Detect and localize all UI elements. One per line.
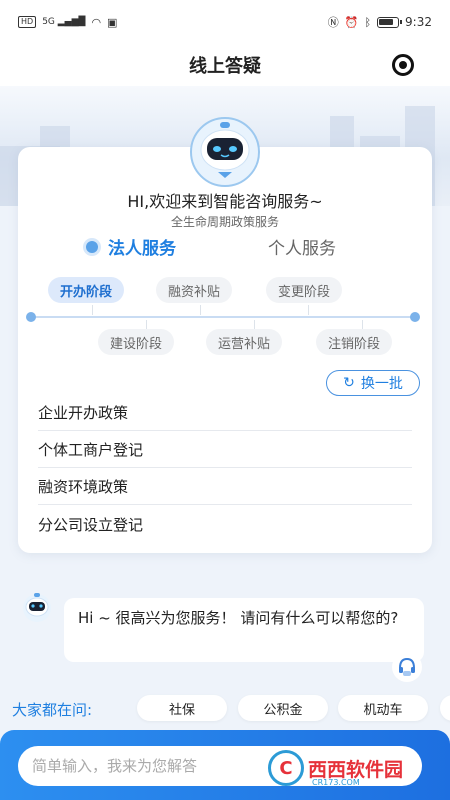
refresh-icon: ↻ [343,375,355,391]
target-icon[interactable] [392,54,414,76]
tab-legal-service[interactable]: 法人服务 [86,234,176,259]
bluetooth-icon: ᛒ [364,15,372,29]
active-dot-icon [86,240,98,253]
popular-chip-social-security[interactable]: 社保 [137,695,227,721]
watermark-icon: C [268,750,304,786]
stage-chip-operation[interactable]: 运营补贴 [206,329,283,355]
stage-chip-construction[interactable]: 建设阶段 [98,329,175,355]
customer-service-icon[interactable] [392,652,422,682]
status-left: HD 5G ▂▄▆█ ◠ ▣ [18,16,117,29]
robot-mascot [186,114,264,188]
question-item[interactable]: 融资环境政策 [38,469,412,505]
clock: 9:32 [405,15,432,29]
tab-personal-service[interactable]: 个人服务 [268,234,336,259]
stage-chip-financing[interactable]: 融资补贴 [156,277,233,303]
stage-timeline [30,316,416,318]
page-title: 线上答疑 [189,56,261,77]
stage-chip-start[interactable]: 开办阶段 [48,277,125,303]
question-item[interactable]: 个体工商户登记 [38,432,412,468]
timeline-start-dot [26,312,36,322]
question-item[interactable]: 企业开办政策 [38,395,412,431]
bot-avatar [20,590,54,624]
timeline-tick [308,305,309,315]
stage-chip-change[interactable]: 变更阶段 [266,277,343,303]
timeline-tick [92,305,93,315]
battery-icon [377,16,403,28]
nav-bar: 线上答疑 [0,44,450,86]
popular-chip-housing-fund[interactable]: 公积金 [238,695,328,721]
watermark-site: CR173.COM [312,778,360,787]
refresh-label: 换一批 [360,376,403,392]
tab-label: 法人服务 [108,239,176,259]
nfc-icon: Ⓝ [327,16,339,29]
popular-label: 大家都在问: [12,701,93,719]
alarm-icon: ⏰ [344,15,359,29]
timeline-tick [200,305,201,315]
bot-message-bubble: Hi ~ 很高兴为您服务！ 请问有什么可以帮您的? [64,598,424,662]
timeline-end-dot [410,312,420,322]
status-right: Ⓝ ⏰ ᛒ 9:32 [328,14,432,30]
notification-icon: ▣ [107,15,118,29]
wifi-icon: ◠ [91,15,102,29]
status-bar: HD 5G ▂▄▆█ ◠ ▣ Ⓝ ⏰ ᛒ 9:32 [0,0,450,44]
hd-badge: HD [18,16,37,28]
signal-icon: 5G ▂▄▆█ [42,17,86,27]
popular-chip-more[interactable] [440,695,450,721]
refresh-button[interactable]: ↻ 换一批 [326,370,420,396]
greeting-text: HI,欢迎来到智能咨询服务~ [127,192,323,211]
greeting-subtitle: 全生命周期政策服务 [170,215,279,229]
question-item[interactable]: 分公司设立登记 [38,506,412,542]
stage-chip-cancel[interactable]: 注销阶段 [316,329,393,355]
popular-chip-vehicle[interactable]: 机动车 [338,695,428,721]
